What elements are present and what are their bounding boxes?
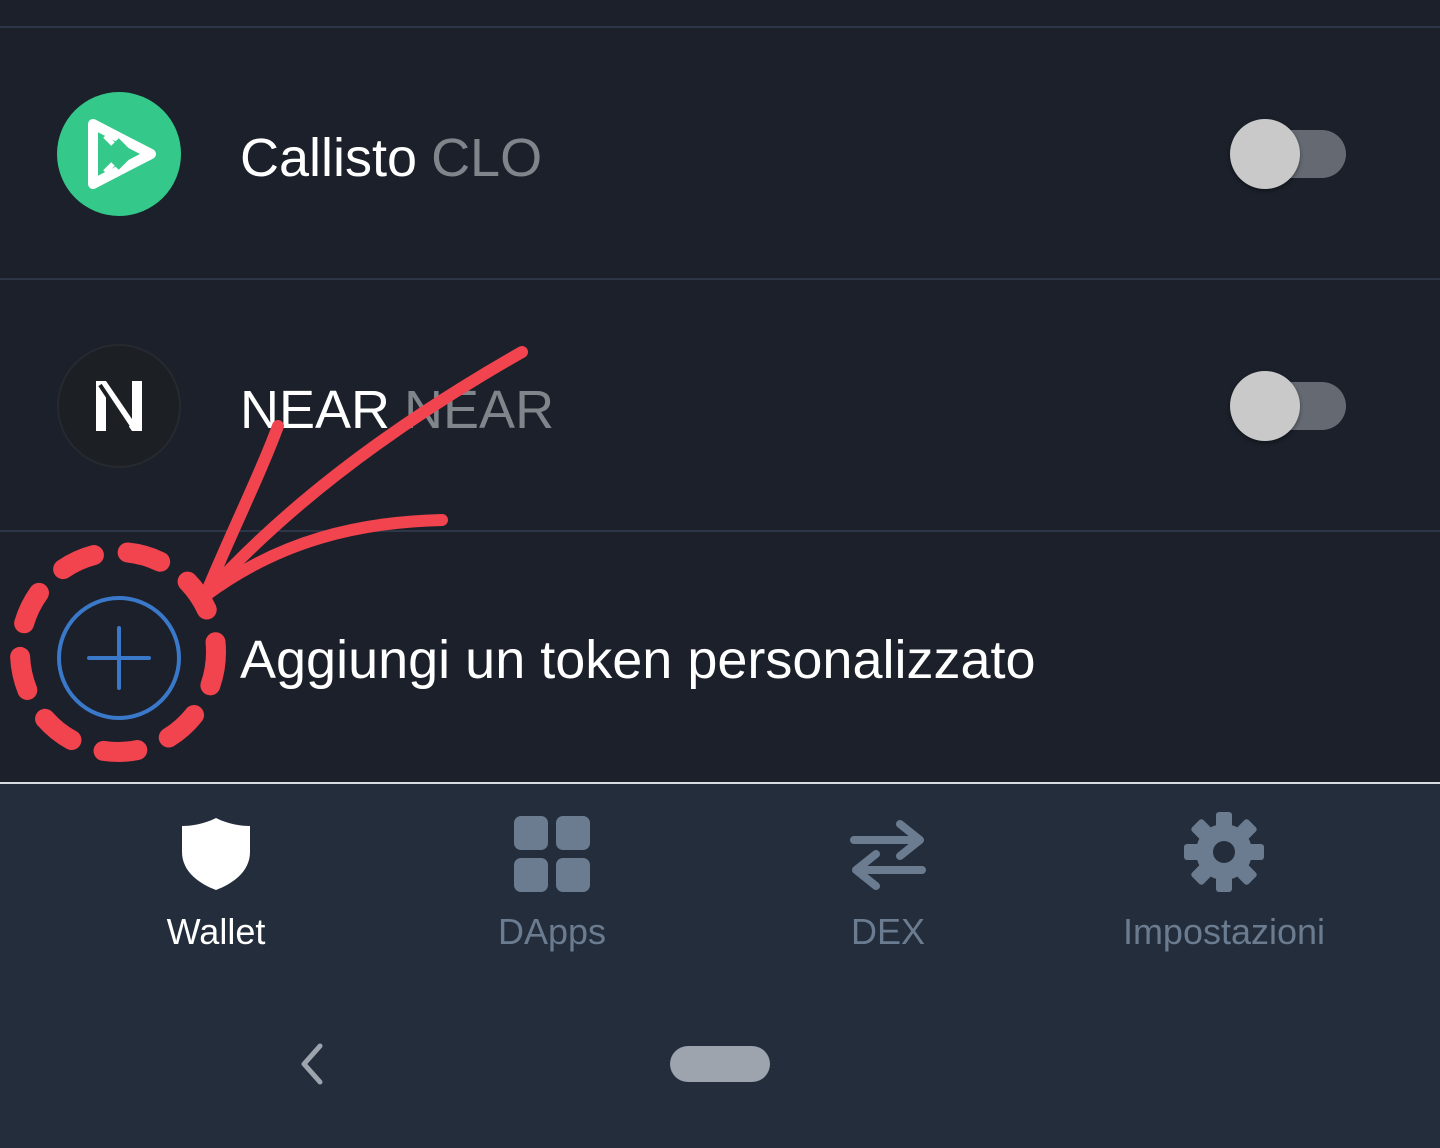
near-logo-icon — [57, 344, 181, 468]
bottom-navigation: Wallet DApps DEX Impostazioni — [0, 782, 1440, 1148]
callisto-logo-icon — [57, 92, 181, 216]
nav-tab-dex[interactable]: DEX — [738, 812, 1038, 962]
token-symbol: CLO — [431, 128, 543, 188]
nav-label: DApps — [497, 911, 607, 952]
nav-label: Wallet — [166, 911, 266, 952]
shield-icon — [176, 812, 256, 892]
token-name: Callisto CLO — [240, 131, 542, 185]
near-enable-toggle[interactable] — [1230, 371, 1348, 441]
home-pill-button[interactable] — [670, 1046, 770, 1082]
token-row-callisto: Callisto CLO — [0, 28, 1440, 278]
nav-tab-dapps[interactable]: DApps — [402, 812, 702, 962]
toggle-thumb — [1230, 119, 1300, 189]
token-management-screen: Callisto CLO NEAR NEAR Aggiungi un token… — [0, 0, 1440, 1148]
add-custom-token-button[interactable]: Aggiungi un token personalizzato — [240, 633, 1036, 687]
token-row-near: NEAR NEAR — [0, 280, 1440, 530]
token-list: Callisto CLO NEAR NEAR Aggiungi un token… — [0, 0, 1440, 782]
token-name-text: Callisto — [240, 128, 418, 188]
token-name: NEAR NEAR — [240, 383, 554, 437]
token-symbol: NEAR — [404, 380, 555, 440]
chevron-left-icon[interactable] — [292, 1040, 332, 1088]
gear-icon — [1184, 812, 1264, 892]
callisto-enable-toggle[interactable] — [1230, 119, 1348, 189]
toggle-thumb — [1230, 371, 1300, 441]
swap-arrows-icon — [848, 812, 928, 892]
plus-circle-icon[interactable] — [56, 595, 182, 721]
nav-tab-wallet[interactable]: Wallet — [66, 812, 366, 962]
divider — [0, 530, 1440, 532]
token-name-text: NEAR — [240, 380, 391, 440]
nav-label: DEX — [850, 911, 926, 952]
nav-tab-settings[interactable]: Impostazioni — [1074, 812, 1374, 962]
nav-label: Impostazioni — [1122, 911, 1326, 952]
grid-icon — [512, 812, 592, 892]
